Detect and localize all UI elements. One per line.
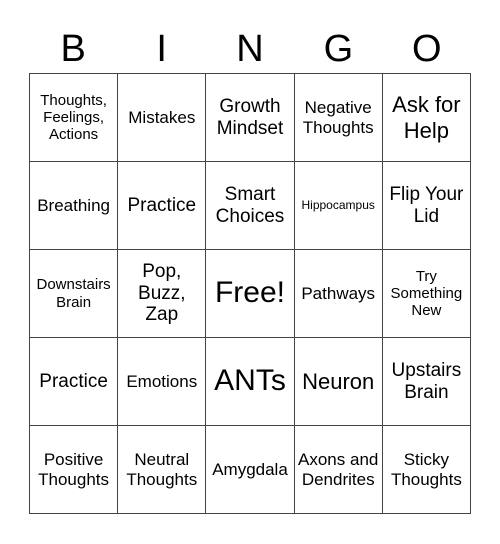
bingo-cell[interactable]: Thoughts, Feelings, Actions	[30, 74, 119, 162]
bingo-cell[interactable]: Ask for Help	[382, 74, 471, 162]
bingo-cell[interactable]: Smart Choices	[206, 162, 295, 250]
bingo-cell[interactable]: Mistakes	[118, 74, 207, 162]
bingo-cell[interactable]: Downstairs Brain	[30, 250, 119, 338]
header-letter-o: O	[412, 28, 442, 70]
bingo-cell[interactable]: Pathways	[294, 250, 383, 338]
bingo-cell[interactable]: Flip Your Lid	[382, 162, 471, 250]
bingo-cell[interactable]: Amygdala	[206, 426, 295, 514]
free-space-cell[interactable]: Free!	[206, 250, 295, 338]
bingo-cell[interactable]: Neuron	[294, 338, 383, 426]
bingo-cell[interactable]: Neutral Thoughts	[118, 426, 207, 514]
bingo-cell[interactable]: Practice	[30, 338, 119, 426]
bingo-cell[interactable]: Practice	[118, 162, 207, 250]
bingo-cell[interactable]: Negative Thoughts	[294, 74, 383, 162]
bingo-cell[interactable]: Pop, Buzz, Zap	[118, 250, 207, 338]
bingo-cell[interactable]: Hippocampus	[294, 162, 383, 250]
header-letter-i: I	[156, 28, 167, 70]
bingo-cell[interactable]: Growth Mindset	[206, 74, 295, 162]
bingo-cell[interactable]: Sticky Thoughts	[382, 426, 471, 514]
bingo-cell[interactable]: Upstairs Brain	[382, 338, 471, 426]
bingo-grid: Thoughts, Feelings, Actions Mistakes Growt…	[29, 73, 471, 514]
bingo-cell[interactable]: Positive Thoughts	[30, 426, 119, 514]
header-letter-n: N	[236, 28, 264, 70]
bingo-cell[interactable]: Axons and Dendrites	[294, 426, 383, 514]
bingo-cell[interactable]: Try Something New	[382, 250, 471, 338]
header-letter-g: G	[323, 28, 354, 70]
header-letter-b: B	[60, 28, 86, 70]
bingo-cell[interactable]: Emotions	[118, 338, 207, 426]
bingo-cell[interactable]: ANTs	[206, 338, 295, 426]
bingo-header: B I N G O	[29, 24, 471, 74]
bingo-cell[interactable]: Breathing	[30, 162, 119, 250]
